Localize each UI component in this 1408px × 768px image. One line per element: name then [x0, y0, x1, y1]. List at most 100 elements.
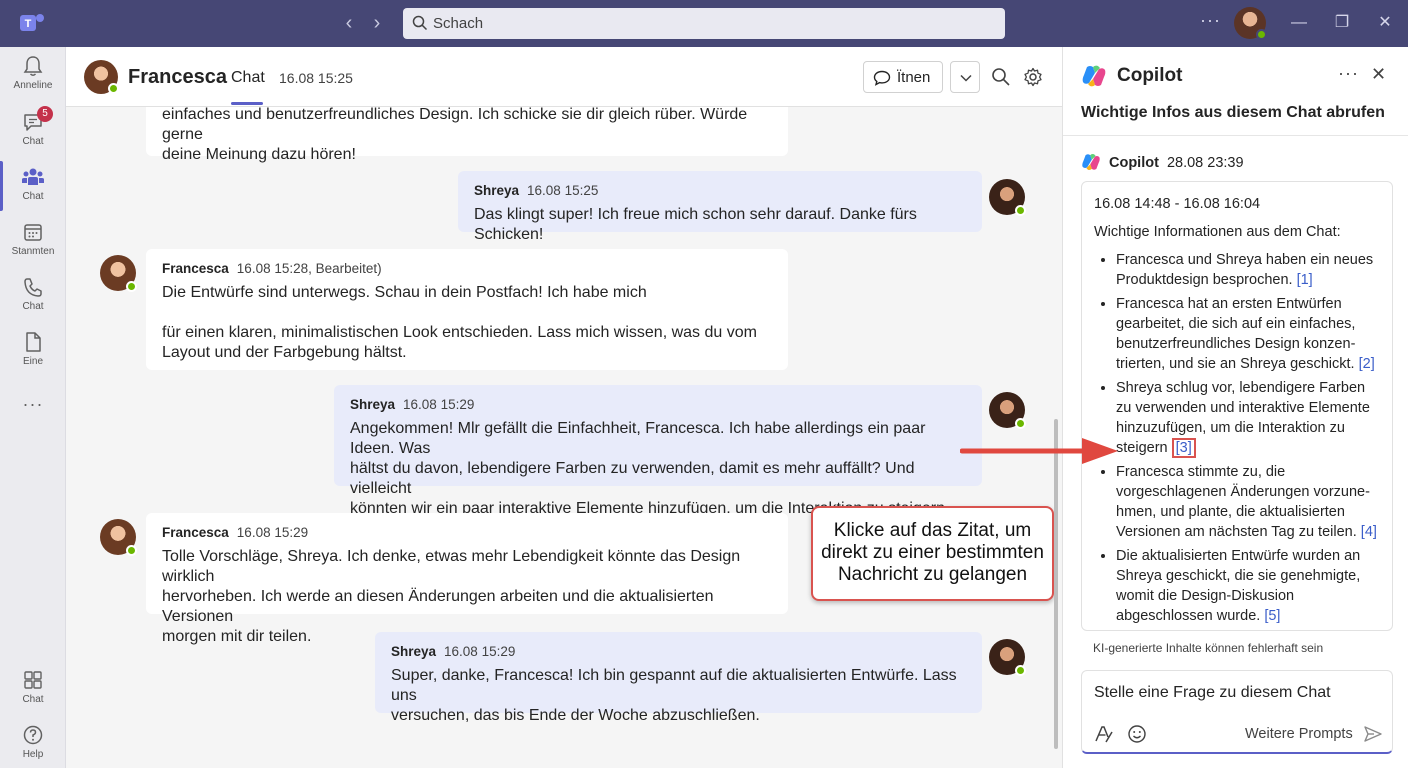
- chat-scrollbar[interactable]: [1054, 419, 1058, 749]
- citation-link[interactable]: [1]: [1297, 272, 1313, 288]
- annotation-line: Klicke auf das Zitat, um: [833, 520, 1032, 541]
- forward-arrow-icon[interactable]: ›: [366, 12, 388, 34]
- open-button-label: Ïtnen: [897, 69, 931, 86]
- ai-disclaimer: KI-generierte Inhalte können fehlerhaft …: [1093, 641, 1324, 655]
- message-time: 16.08 15:29: [403, 397, 475, 412]
- rail-label: Help: [22, 749, 44, 760]
- presence-indicator: [126, 281, 137, 292]
- message-author: Shreya: [350, 397, 396, 412]
- summary-item: Francesca stimmte zu, die vorgeschlagene…: [1116, 462, 1380, 542]
- presence-indicator: [108, 83, 119, 94]
- message-meta: Francesca 16.08 15:28, Bearbeitet): [162, 259, 772, 279]
- message-line: Tolle Vorschläge, Shreya. Ich denke, etw…: [162, 548, 741, 585]
- summary-item: Francesca hat an ersten Entwürfen gearbe…: [1116, 294, 1380, 374]
- format-text-icon[interactable]: [1094, 724, 1114, 744]
- send-icon[interactable]: [1363, 724, 1383, 744]
- bell-icon: [23, 56, 43, 76]
- presence-indicator: [1015, 418, 1026, 429]
- citation-link-highlighted[interactable]: [3]: [1171, 438, 1196, 458]
- gear-icon[interactable]: [1023, 67, 1043, 87]
- presence-indicator: [1256, 29, 1267, 40]
- summary-range: 16.08 14:48 - 16.08 16:04: [1094, 196, 1261, 212]
- message-line: [162, 303, 772, 323]
- open-button[interactable]: Ïtnen: [863, 61, 943, 93]
- citation-link[interactable]: [5]: [1264, 608, 1280, 624]
- message-line: versuchen, das bis Ende der Woche abzusc…: [391, 707, 760, 724]
- summary-item: Francesca und Shreya haben ein neues Pro…: [1116, 250, 1380, 290]
- phone-icon: [24, 278, 42, 297]
- copilot-message-meta: Copilot 28.08 23:39: [1081, 152, 1244, 172]
- title-bar: T ‹ › Schach ··· — ❐ ✕: [0, 0, 1408, 47]
- rail-label: Chat: [22, 136, 44, 147]
- search-bar[interactable]: Schach: [403, 8, 1005, 39]
- more-options-icon[interactable]: ···: [1338, 63, 1359, 84]
- copilot-time: 28.08 23:39: [1166, 155, 1244, 171]
- message-bubble[interactable]: Shreya 16.08 15:25 Das klingt super! Ich …: [458, 171, 982, 243]
- rail-label: Chat: [22, 301, 44, 312]
- rail-label: Chat: [22, 694, 44, 705]
- help-icon: [23, 725, 43, 745]
- close-icon[interactable]: ✕: [1371, 64, 1386, 85]
- copilot-summary-card: 16.08 14:48 - 16.08 16:04 Wichtige Infor…: [1081, 181, 1393, 631]
- message-bubble[interactable]: Francesca 16.08 15:29 Tolle Vorschläge, S…: [146, 513, 788, 645]
- rail-item-files[interactable]: Eine: [0, 331, 66, 381]
- maximize-icon[interactable]: ❐: [1331, 12, 1353, 34]
- message-author: Francesca: [162, 261, 229, 276]
- calendar-icon: [24, 224, 42, 241]
- tab-chat[interactable]: Chat: [231, 69, 265, 87]
- rail-label: Anneline: [13, 80, 53, 91]
- chevron-down-icon: [960, 74, 972, 82]
- unread-badge: 5: [37, 106, 53, 122]
- close-window-icon[interactable]: ✕: [1374, 12, 1396, 34]
- message-bubble[interactable]: Shreya 16.08 15:29 Super, danke, Francesc…: [375, 632, 982, 724]
- rail-item-activity[interactable]: Anneline: [0, 55, 66, 105]
- message-time: 16.08 15:29: [236, 525, 309, 540]
- message-meta: Shreya 16.08 15:29: [350, 395, 966, 415]
- divider: [1063, 135, 1408, 136]
- contact-name: Francesca: [128, 66, 227, 88]
- emoji-icon[interactable]: [1127, 724, 1147, 744]
- search-input[interactable]: Schach: [433, 15, 483, 32]
- citation-link[interactable]: [2]: [1359, 356, 1375, 372]
- back-arrow-icon[interactable]: ‹: [338, 12, 360, 34]
- minimize-icon[interactable]: —: [1288, 12, 1310, 34]
- rail-item-help[interactable]: Help: [0, 724, 66, 768]
- annotation-arrow-icon: [960, 438, 1118, 464]
- message-author: Shreya: [391, 644, 437, 659]
- message-line: Die Entwürfe sind unterwegs. Schau in de…: [162, 284, 647, 301]
- message-bubble[interactable]: Shreya 16.08 15:29 Angekommen! Mlr gefäll…: [334, 385, 982, 517]
- rail-item-apps[interactable]: Chat: [0, 669, 66, 719]
- summary-item-text: Francesca hat an ersten Entwürfen gearbe…: [1116, 296, 1356, 372]
- copilot-logo-icon: [1082, 154, 1100, 170]
- message-line: hervorheben. Ich werde an diesen Änderun…: [162, 588, 714, 625]
- rail-item-calls[interactable]: Chat: [0, 276, 66, 326]
- chat-bubble-icon: [873, 70, 891, 86]
- message-line: Das klingt super! Ich freue mich schon s…: [474, 206, 917, 243]
- message-meta: Shreya 16.08 15:29: [391, 642, 966, 662]
- summary-item-text: Shreya schlug vor, lebendigere Farben zu…: [1116, 380, 1370, 456]
- search-icon[interactable]: [991, 67, 1011, 87]
- rail-item-calendar[interactable]: Stanmten: [0, 221, 66, 271]
- summary-item: Die aktualisierten Entwürfe wurden an Sh…: [1116, 546, 1380, 626]
- more-options-icon[interactable]: ···: [1200, 10, 1221, 31]
- copilot-title: Copilot: [1117, 65, 1183, 86]
- copilot-prompt-box[interactable]: Stelle eine Frage zu diesem Chat Weitere…: [1081, 670, 1393, 754]
- open-dropdown-button[interactable]: [950, 61, 980, 93]
- message-bubble[interactable]: Francesca 16.08 15:28, Bearbeitet) Die En…: [146, 249, 788, 370]
- message-line: Angekommen! Mlr gefällt die Einfachheit,…: [350, 420, 926, 457]
- presence-indicator: [1015, 205, 1026, 216]
- search-icon: [412, 15, 428, 31]
- message-bubble[interactable]: einfaches und benutzerfreundliches Desig…: [146, 107, 788, 163]
- rail-item-chat[interactable]: Chat: [0, 111, 66, 161]
- citation-link[interactable]: [4]: [1361, 524, 1377, 540]
- copilot-prompt-input[interactable]: Stelle eine Frage zu diesem Chat: [1094, 684, 1331, 702]
- presence-indicator: [1015, 665, 1026, 676]
- chat-messages-area: einfaches und benutzerfreundliches Desig…: [66, 107, 1062, 768]
- message-time: 16.08 15:28, Bearbeitet): [236, 261, 382, 276]
- message-meta: Francesca 16.08 15:29: [162, 523, 772, 543]
- more-prompts-button[interactable]: Weitere Prompts: [1245, 726, 1353, 742]
- more-apps-icon[interactable]: ···: [0, 394, 66, 418]
- rail-label: Eine: [22, 356, 43, 367]
- summary-intro: Wichtige Informationen aus dem Chat:: [1094, 224, 1341, 240]
- rail-item-teams[interactable]: Chat: [0, 166, 66, 216]
